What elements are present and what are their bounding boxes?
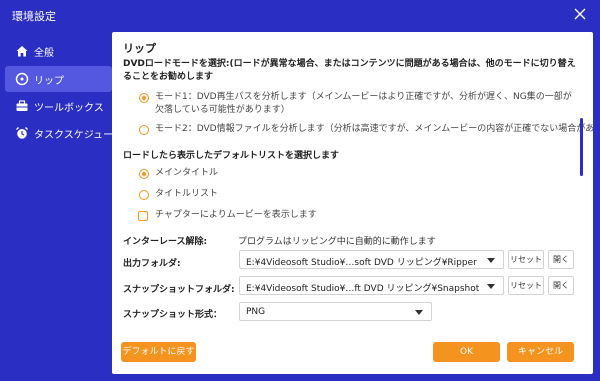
playlist-heading: ロードしたら表示したデフォルトリストを選択します	[123, 151, 340, 161]
mode2-label: モード2：DVD情報ファイルを分析します（分析は高速ですが、メインムービーの内容…	[155, 124, 593, 134]
snapshot-folder-label: スナップショットフォルダ:	[123, 285, 235, 295]
sidebar-item-label: タスクスケジュール	[34, 130, 123, 141]
toolbox-icon	[16, 100, 28, 111]
window-title: 環境設定	[12, 10, 56, 23]
mode1-radio[interactable]	[139, 93, 149, 103]
output-reset-button[interactable]: リセット	[508, 250, 544, 269]
sidebar-item-general[interactable]: 全般	[5, 38, 112, 64]
main-title-radio[interactable]	[139, 169, 149, 179]
settings-panel: リップ DVDロードモードを選択:(ロードが異常な場合、またはコンテンツに問題が…	[112, 32, 593, 374]
snapshot-open-button[interactable]: 開く	[548, 276, 574, 295]
output-folder-value: E:¥4Videosoft Studio¥…soft DVD リッピング¥Rip…	[246, 258, 477, 268]
chapter-checkbox[interactable]	[138, 211, 148, 221]
title-list-label: タイトルリスト	[155, 189, 219, 199]
snapshot-folder-value: E:¥4Videosoft Studio¥…ft DVD リッピング¥Snaps…	[246, 284, 480, 294]
deinterlace-label: インターレース解除:	[123, 237, 208, 247]
restore-defaults-button[interactable]: デフォルトに戻す	[121, 342, 196, 362]
ok-button[interactable]: OK	[433, 342, 500, 362]
chevron-down-icon	[487, 258, 495, 263]
home-icon	[16, 46, 28, 57]
mode1-label: モード1：DVD再生パスを分析します（メインムービーはより正確ですが、分析が遅く…	[155, 92, 572, 115]
output-open-button[interactable]: 開く	[548, 250, 574, 269]
snapshot-folder-dropdown[interactable]: E:¥4Videosoft Studio¥…ft DVD リッピング¥Snaps…	[239, 276, 504, 295]
sidebar-item-label: ツールボックス	[34, 103, 104, 114]
sidebar-item-label: 全般	[34, 48, 54, 59]
cancel-button[interactable]: キャンセル	[507, 342, 574, 362]
snapshot-format-dropdown[interactable]: PNG	[239, 302, 432, 321]
mode2-radio[interactable]	[139, 125, 149, 135]
chevron-down-icon	[487, 284, 495, 289]
mode-heading: DVDロードモードを選択:(ロードが異常な場合、またはコンテンツに問題がある場合…	[123, 59, 576, 82]
sidebar-item-rip[interactable]: リップ	[5, 66, 112, 92]
alarm-clock-icon	[16, 127, 28, 139]
sidebar: 全般 リップ ツールボックス タスクスケジュール	[0, 32, 123, 381]
deinterlace-value: プログラムはリッピング中に自動的に動作します	[238, 237, 436, 247]
sidebar-item-task-schedule[interactable]: タスクスケジュール	[5, 120, 123, 146]
snapshot-format-value: PNG	[246, 307, 266, 317]
snapshot-reset-button[interactable]: リセット	[508, 276, 544, 295]
main-title-label: メインタイトル	[155, 168, 219, 178]
sidebar-item-label: リップ	[34, 76, 64, 87]
chapter-checkbox-label: チャプターによりムービーを表示します	[155, 210, 317, 220]
close-icon[interactable]	[572, 6, 588, 22]
snapshot-format-label: スナップショット形式：	[123, 310, 223, 320]
sidebar-item-toolbox[interactable]: ツールボックス	[5, 93, 112, 119]
scrollbar-thumb[interactable]	[580, 118, 583, 176]
disc-icon	[15, 72, 29, 86]
section-title: リップ	[123, 42, 156, 55]
output-folder-label: 出力フォルダ:	[123, 259, 181, 269]
chevron-down-icon	[415, 310, 423, 315]
output-folder-dropdown[interactable]: E:¥4Videosoft Studio¥…soft DVD リッピング¥Rip…	[239, 250, 504, 269]
title-list-radio[interactable]	[139, 190, 149, 200]
title-bar: 環境設定	[0, 0, 600, 32]
